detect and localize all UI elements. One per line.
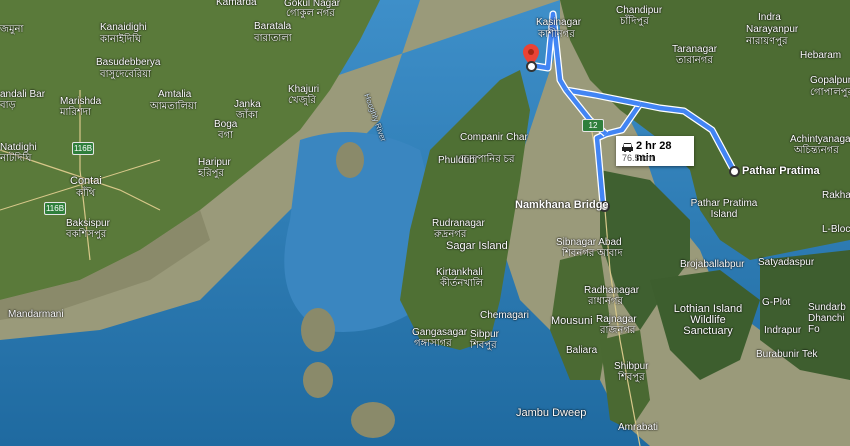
- place-label: Jambu Dweep: [516, 407, 587, 419]
- place-label: নাটদিঘি: [0, 153, 32, 164]
- place-label: Rajnagar: [596, 314, 637, 325]
- place-label: রাধানগর: [588, 296, 623, 307]
- place-label: Janka: [234, 99, 261, 110]
- place-label: Rakhal: [822, 190, 850, 201]
- place-label: গঙ্গাসাগর: [414, 338, 452, 349]
- place-label: Companir Char: [460, 132, 528, 143]
- place-label: শিবপুর: [618, 372, 645, 383]
- place-label: বারাতালা: [254, 33, 292, 44]
- place-label: আমতালিয়া: [150, 101, 197, 112]
- place-label: কাশীনগর: [538, 29, 575, 40]
- place-label: Taranagar: [672, 44, 718, 55]
- place-label: Phuldubi: [438, 155, 477, 166]
- place-label: রুদ্রনগর: [434, 229, 467, 240]
- route-distance: 76.5 km: [622, 153, 655, 163]
- origin-label[interactable]: Namkhana Bridge: [515, 200, 609, 211]
- place-label: বাড়: [0, 100, 16, 111]
- place-label: গোপালপুর: [810, 87, 850, 98]
- place-label: Rudranagar: [432, 218, 485, 229]
- place-label: Kasinagar: [536, 17, 582, 28]
- place-label: Shibpur: [614, 361, 649, 372]
- place-label: Kirtankhali: [436, 267, 483, 278]
- place-label: Sibnagar Abad: [556, 237, 622, 248]
- place-label: Baliara: [566, 345, 598, 356]
- place-label: রাজনগর: [600, 325, 636, 336]
- place-label: Boga: [214, 119, 238, 130]
- place-label: Baksispur: [66, 218, 110, 229]
- place-label: তারানগর: [676, 55, 713, 66]
- place-label: Lothian Island Wildlife Sanctuary: [673, 303, 743, 337]
- place-label: G-Plot: [762, 297, 791, 308]
- highway-shield: 116B: [44, 202, 66, 215]
- place-label: খেজুরি: [288, 95, 316, 106]
- place-label: Mandarmani: [8, 309, 64, 320]
- place-label: Marishda: [60, 96, 102, 107]
- place-label: কীর্তনখালি: [440, 278, 484, 289]
- place-label: Chemagari: [480, 310, 529, 321]
- place-label: কাঁথি: [76, 188, 96, 199]
- place-label: জমুনা: [0, 24, 24, 35]
- place-label: Kanaidighi: [100, 22, 147, 33]
- place-label: Mousuni: [551, 315, 593, 327]
- destination-label[interactable]: Pathar Pratima: [742, 166, 820, 177]
- place-label: Basudebberya: [96, 57, 161, 68]
- place-label: Indrapur: [764, 325, 802, 336]
- place-label: কানাইদিঘি: [100, 34, 142, 45]
- destination-dot[interactable]: [729, 166, 740, 177]
- place-label: শিবপুর: [470, 340, 497, 351]
- place-label: Radhanagar: [584, 285, 640, 296]
- place-label: Amtalia: [158, 89, 192, 100]
- place-label: Sagar Island: [446, 240, 508, 252]
- place-label: Khajuri: [288, 84, 320, 95]
- place-label: বকশিসপুর: [66, 229, 107, 240]
- place-label: Natdighi: [0, 142, 37, 153]
- map-view[interactable]: 2 hr 28 min 76.5 km 116B 116B 12 Namkhan…: [0, 0, 850, 446]
- place-label: Sibpur: [470, 329, 499, 340]
- place-label: বাসুদেবেরিয়া: [100, 69, 152, 80]
- route-waypoint-dot[interactable]: [526, 61, 537, 72]
- place-label: জাঁকা: [236, 110, 258, 121]
- place-label: Pathar Pratima Island: [690, 198, 758, 220]
- place-label: Gangasagar: [412, 327, 468, 338]
- place-label: অচিন্ত্যনগর: [794, 145, 839, 156]
- place-label: Sundarb Dhanchi Fo: [808, 302, 846, 335]
- place-label: Narayanpur: [746, 24, 799, 35]
- place-label: Haripur: [198, 157, 231, 168]
- place-label: বগা: [218, 130, 234, 141]
- place-label: Indra: [758, 12, 781, 23]
- place-label: Burabunir Tek: [756, 349, 818, 360]
- place-label: andali Bar: [0, 89, 46, 100]
- route-info-card[interactable]: 2 hr 28 min 76.5 km: [616, 136, 694, 166]
- place-label: মারিশদা: [60, 107, 91, 118]
- highway-shield: 116B: [72, 142, 94, 155]
- place-label: Kamarda: [216, 0, 257, 8]
- place-label: Satyadaspur: [758, 257, 815, 268]
- place-label: হরিপুর: [198, 168, 224, 179]
- place-label: গোকুল নগর: [286, 8, 335, 19]
- place-label: Amrabati: [618, 422, 659, 433]
- place-label: Brojaballabpur: [680, 259, 745, 270]
- place-label: Gopalpur: [810, 75, 850, 86]
- place-label: Contai: [70, 175, 102, 187]
- place-label: চাঁদিপুর: [620, 16, 649, 27]
- place-label: শিবনগর আবাদ: [562, 248, 623, 259]
- place-label: L-Block: [822, 224, 850, 235]
- highway-shield: 12: [582, 119, 604, 132]
- place-label: Baratala: [254, 21, 292, 32]
- place-label: Achintyanagar: [790, 134, 850, 145]
- place-label: নারায়ণপুর: [746, 36, 788, 47]
- place-label: Chandipur: [616, 5, 663, 16]
- place-label: Hebaram: [800, 50, 842, 61]
